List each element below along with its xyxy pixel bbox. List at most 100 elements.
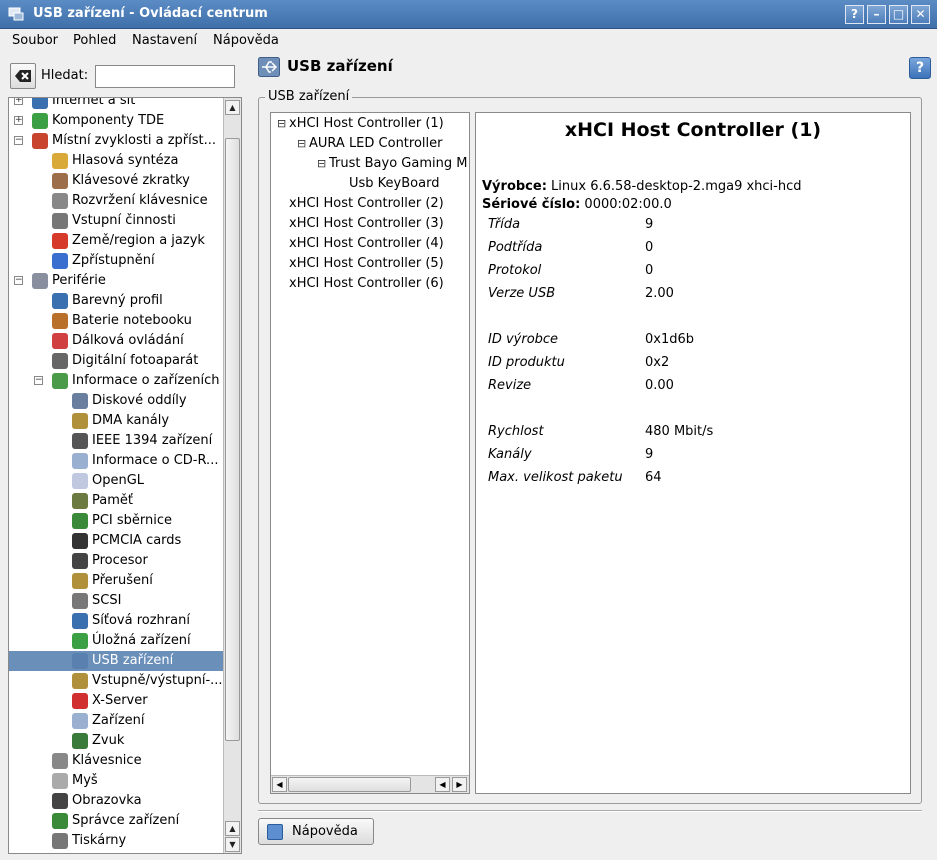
usb-device-item[interactable]: xHCI Host Controller (2)	[277, 194, 444, 214]
menu-settings[interactable]: Nastavení	[132, 33, 197, 48]
module-tree-item[interactable]: Procesor	[9, 551, 223, 571]
battery-icon	[52, 313, 68, 329]
module-tree-item[interactable]: PCMCIA cards	[9, 531, 223, 551]
module-tree-item[interactable]: Vstupní činnosti	[9, 211, 223, 231]
menu-help[interactable]: Nápověda	[213, 33, 279, 48]
scroll-up-arrow-bottom[interactable]: ▲	[225, 821, 240, 836]
usb-device-item[interactable]: ⊟ AURA LED Controller	[297, 134, 443, 154]
module-tree-item[interactable]: Země/region a jazyk	[9, 231, 223, 251]
module-tree-item[interactable]: Tiskárny	[9, 831, 223, 851]
scroll-up-arrow[interactable]: ▲	[225, 100, 240, 115]
interrupts-icon	[72, 573, 88, 589]
module-tree-item[interactable]: − Místní zvyklosti a zpříst...	[9, 131, 223, 151]
minimize-button[interactable]: –	[867, 5, 886, 24]
property-key: ID výrobce	[488, 332, 559, 347]
usb-device-item[interactable]: xHCI Host Controller (3)	[277, 214, 444, 234]
module-tree-item[interactable]: Síťová rozhraní	[9, 611, 223, 631]
module-tree-item[interactable]: Zpřístupnění	[9, 251, 223, 271]
help-button[interactable]: Nápověda	[258, 818, 374, 845]
close-button[interactable]: ✕	[911, 5, 930, 24]
module-tree-item[interactable]: Baterie notebooku	[9, 311, 223, 331]
module-tree-item[interactable]: Informace o CD-R...	[9, 451, 223, 471]
property-value: 0x1d6b	[645, 332, 695, 347]
module-tree-item[interactable]: Diskové oddíly	[9, 391, 223, 411]
module-tree-item[interactable]: Barevný profil	[9, 291, 223, 311]
collapse-icon[interactable]: −	[14, 276, 23, 285]
module-tree-item[interactable]: Rozvržení klávesnice	[9, 191, 223, 211]
module-tree-item[interactable]: Obrazovka	[9, 791, 223, 811]
module-tree-item[interactable]: Hlasová syntéza	[9, 151, 223, 171]
scsi-icon	[72, 593, 88, 609]
module-tree-item[interactable]: Zařízení	[9, 711, 223, 731]
module-tree-item[interactable]: − Periférie	[9, 271, 223, 291]
module-tree-item[interactable]: Přerušení	[9, 571, 223, 591]
context-help-button[interactable]: ?	[845, 5, 864, 24]
usb-device-label: xHCI Host Controller (4)	[289, 236, 444, 251]
module-tree-item[interactable]: Úložná zařízení	[9, 631, 223, 651]
module-tree-item[interactable]: Dálková ovládání	[9, 331, 223, 351]
device-tree-hscrollbar[interactable]: ◀ ◀ ▶	[271, 775, 469, 793]
search-input[interactable]	[95, 65, 235, 88]
module-tree-item[interactable]: USB zařízení	[9, 651, 223, 671]
module-tree-item[interactable]: IEEE 1394 zařízení	[9, 431, 223, 451]
module-tree-item[interactable]: X-Server	[9, 691, 223, 711]
collapse-icon[interactable]: −	[34, 376, 43, 385]
usb-device-item[interactable]: Usb KeyBoard	[337, 174, 439, 194]
menu-view[interactable]: Pohled	[73, 33, 116, 48]
module-tree-item[interactable]: Zvuk	[9, 731, 223, 751]
camera-icon	[52, 353, 68, 369]
scroll-thumb[interactable]	[225, 138, 240, 741]
module-tree-item[interactable]: PCI sběrnice	[9, 511, 223, 531]
scroll-left-arrow-end[interactable]: ◀	[435, 777, 450, 792]
expand-icon[interactable]: +	[14, 98, 23, 105]
usb-device-label: xHCI Host Controller (2)	[289, 196, 444, 211]
usb-device-item[interactable]: xHCI Host Controller (6)	[277, 274, 444, 294]
module-tree-item[interactable]: Klávesnice	[9, 751, 223, 771]
serial-label: Sériové číslo:	[482, 197, 581, 212]
module-tree-item[interactable]: Vstupně/výstupní-...	[9, 671, 223, 691]
scroll-down-arrow[interactable]: ▼	[225, 837, 240, 852]
menu-file[interactable]: Soubor	[12, 33, 58, 48]
module-tree-item[interactable]: Paměť	[9, 491, 223, 511]
scroll-left-arrow[interactable]: ◀	[272, 777, 287, 792]
module-tree-item[interactable]: DMA kanály	[9, 411, 223, 431]
module-tree-item[interactable]: − Informace o zařízeních	[9, 371, 223, 391]
module-help-button[interactable]: ?	[909, 57, 931, 79]
property-key: Revize	[488, 378, 532, 393]
module-tree-item-label: Komponenty TDE	[52, 113, 165, 128]
hscroll-thumb[interactable]	[288, 777, 411, 792]
usb-device-item[interactable]: xHCI Host Controller (4)	[277, 234, 444, 254]
module-tree-item[interactable]: Klávesové zkratky	[9, 171, 223, 191]
module-tree-item[interactable]: OpenGL	[9, 471, 223, 491]
module-tree-item[interactable]: Myš	[9, 771, 223, 791]
module-tree-item[interactable]: SCSI	[9, 591, 223, 611]
property-key: Max. velikost paketu	[488, 470, 623, 485]
module-tree-item[interactable]: Správce zařízení	[9, 811, 223, 831]
module-title: USB zařízení	[287, 57, 393, 75]
expand-icon[interactable]: +	[14, 116, 23, 125]
module-tree-item-label: Myš	[72, 773, 98, 788]
collapse-icon[interactable]: −	[14, 136, 23, 145]
usb-device-tree[interactable]: ⊟ xHCI Host Controller (1) ⊟ AURA LED Contr…	[270, 112, 470, 794]
usb-device-item[interactable]: xHCI Host Controller (5)	[277, 254, 444, 274]
groupbox-title: USB zařízení	[265, 89, 353, 104]
usb-device-item[interactable]: ⊟ xHCI Host Controller (1)	[277, 114, 444, 134]
collapse-icon[interactable]: ⊟	[297, 134, 309, 154]
module-tree-item[interactable]: Digitální fotoaparát	[9, 351, 223, 371]
cpu-icon	[72, 553, 88, 569]
module-tree-item[interactable]: + Komponenty TDE	[9, 111, 223, 131]
module-tree-item-label: Hlasová syntéza	[72, 153, 179, 168]
collapse-icon[interactable]: ⊟	[317, 154, 329, 174]
maximize-button[interactable]: □	[889, 5, 908, 24]
components-icon	[32, 113, 48, 129]
keyboard-icon	[52, 193, 68, 209]
module-tree[interactable]: + Internet a síť + Komponenty TDE − Místní zv…	[8, 97, 242, 854]
scroll-right-arrow[interactable]: ▶	[452, 777, 467, 792]
collapse-icon[interactable]: ⊟	[277, 114, 289, 134]
clear-search-button[interactable]	[10, 63, 36, 89]
module-tree-item-label: Informace o zařízeních	[72, 373, 220, 388]
memory-icon	[72, 493, 88, 509]
usb-device-item[interactable]: ⊟ Trust Bayo Gaming M	[317, 154, 467, 174]
module-tree-item[interactable]: + Internet a síť	[9, 98, 223, 111]
module-tree-scrollbar[interactable]: ▲ ▲ ▼	[223, 98, 241, 853]
